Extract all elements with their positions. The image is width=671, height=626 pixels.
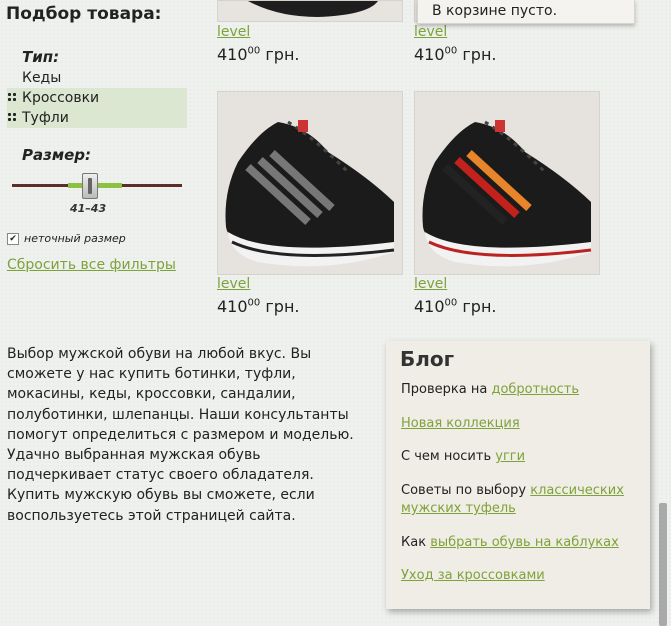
product-price: 41000 грн. [414,297,497,316]
blog-link[interactable]: Новая коллекция [401,416,520,431]
blog-link[interactable]: Уход за кроссовками [401,568,545,583]
blog-item: Проверка на добротность [401,382,580,397]
sneaker-image [218,92,402,274]
inexact-size-option[interactable]: ✔ неточный размер [7,232,126,245]
reset-filters-link[interactable]: Сбросить все фильтры [7,257,176,273]
blog-item: Как выбрать обувь на каблуках [401,535,619,550]
type-option-label: Туфли [22,110,69,126]
size-slider[interactable] [12,172,182,202]
blog-link[interactable]: добротность [491,382,579,397]
blog-item: Уход за кроссовками [401,567,641,585]
type-label: Тип: [22,48,60,66]
category-description: Выбор мужской обуви на любой вкус. Вы см… [7,346,354,524]
product-image[interactable] [414,91,600,275]
cart-status[interactable]: В корзине пусто. [417,0,635,24]
type-option-kedy[interactable]: Кеды [7,68,187,88]
type-option-krossovki[interactable]: Кроссовки [7,88,187,108]
drag-handle-icon [8,113,18,123]
blog-item: Новая коллекция [401,415,641,433]
slider-handle[interactable] [82,173,98,199]
inexact-size-checkbox[interactable]: ✔ [7,232,19,245]
blog-item: Советы по выбору классических мужских ту… [401,483,624,516]
product-link[interactable]: level [217,24,250,40]
type-option-label: Кроссовки [22,90,100,106]
type-option-label: Кеды [22,70,62,86]
product-link[interactable]: level [414,276,447,292]
vertical-scrollbar[interactable] [659,503,667,626]
shoe-image [248,1,378,17]
blog-title: Блог [400,347,455,371]
blog-panel: Блог Проверка на добротность Новая колле… [386,341,650,609]
filter-title: Подбор товара: [6,4,162,24]
product-link[interactable]: level [414,24,447,40]
blog-link[interactable]: угги [495,449,525,464]
product-image[interactable] [217,91,403,275]
product-price: 41000 грн. [217,297,300,316]
product-image[interactable] [217,0,403,22]
blog-link[interactable]: выбрать обувь на каблуках [430,535,619,550]
product-link[interactable]: level [217,276,250,292]
sneaker-image [415,92,599,274]
product-price: 41000 грн. [414,45,497,64]
size-label: Размер: [22,146,92,164]
type-option-tufli[interactable]: Туфли [7,108,187,128]
inexact-size-label: неточный размер [24,232,126,245]
drag-handle-icon [8,93,18,103]
type-filter-list: Кеды Кроссовки Туфли [7,68,187,128]
size-range-value: 41–43 [70,202,107,215]
product-price: 41000 грн. [217,45,300,64]
blog-item: С чем носить угги [401,449,526,464]
